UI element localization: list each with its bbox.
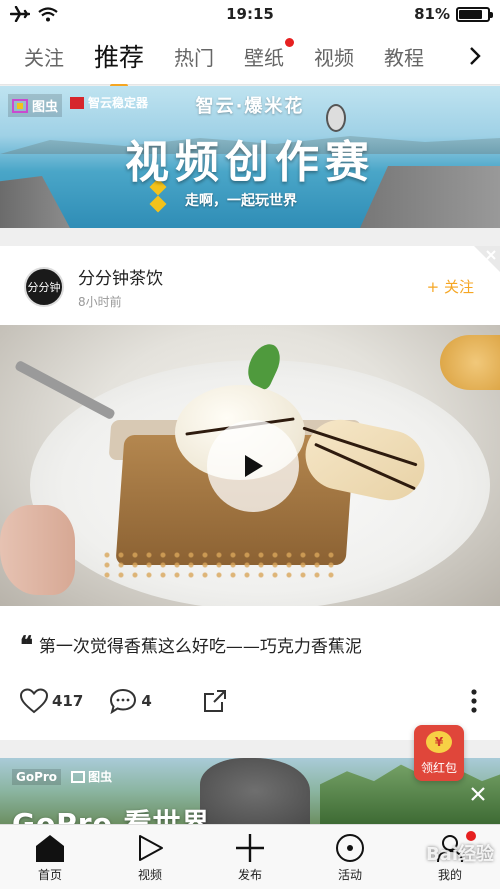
tab-tutorial[interactable]: 教程	[384, 42, 424, 71]
comment-icon	[110, 688, 137, 714]
author-avatar[interactable]: 分分钟	[24, 267, 64, 307]
video-thumbnail[interactable]	[0, 325, 500, 606]
red-packet-button[interactable]: ¥ 领红包	[414, 725, 464, 781]
status-bar: 19:15 81%	[0, 0, 500, 28]
profile-badge-dot	[466, 831, 476, 841]
red-packet-label: 领红包	[420, 761, 457, 775]
photo-crumbs	[100, 550, 340, 580]
close-icon[interactable]	[468, 784, 488, 804]
banner-sign-2	[149, 195, 167, 213]
banner-title: 视频创作赛	[125, 137, 375, 188]
dismiss-post-icon[interactable]	[474, 246, 500, 272]
photo-elephant	[200, 758, 310, 824]
chevron-right-icon	[470, 47, 481, 65]
play-button[interactable]	[207, 420, 299, 512]
follow-button[interactable]: + 关注	[427, 276, 474, 297]
play-outline-icon	[139, 835, 163, 861]
like-count: 417	[52, 692, 84, 710]
like-button[interactable]: 417	[20, 688, 83, 714]
status-right: 81%	[414, 5, 493, 23]
status-left	[10, 6, 58, 22]
tab-video[interactable]: 视频	[314, 42, 354, 71]
banner-tagline: 走啊，一起玩世界	[185, 193, 297, 209]
battery-icon	[456, 6, 493, 22]
more-options-icon[interactable]	[470, 688, 478, 714]
battery-percent: 81%	[414, 5, 450, 23]
photo-fork	[14, 359, 116, 421]
plus-icon	[236, 834, 264, 862]
bottom-nav: 首页 视频 发布 活动 我的	[0, 824, 500, 889]
author-name[interactable]: 分分钟茶饮	[78, 264, 163, 289]
author-info: 分分钟茶饮 8小时前	[78, 264, 163, 310]
tab-wallpaper[interactable]: 壁纸	[244, 37, 295, 71]
battery-fill	[459, 9, 482, 19]
tab-follow[interactable]: 关注	[24, 42, 64, 71]
play-icon	[245, 455, 263, 477]
share-icon	[203, 690, 226, 712]
activity-icon	[336, 834, 364, 862]
share-button[interactable]	[202, 688, 228, 714]
post-card: 分分钟 分分钟茶饮 8小时前 + 关注 ❝ 第一次觉得香蕉这么好吃——巧克力香蕉…	[0, 246, 500, 740]
nav-home[interactable]: 首页	[0, 825, 100, 889]
tabs-more-button[interactable]	[450, 28, 500, 84]
post-actions: 417 4	[20, 686, 480, 716]
post-title[interactable]: ❝ 第一次觉得香蕉这么好吃——巧克力香蕉泥	[20, 632, 362, 657]
post-time: 8小时前	[78, 295, 122, 309]
nav-activity[interactable]: 活动	[300, 825, 400, 889]
tuchong-logo-2: 图虫	[71, 768, 112, 785]
photo-hand	[0, 505, 75, 595]
event-banner[interactable]: 图虫 智云稳定器 智云·爆米花 视频创作赛 走啊，一起玩世界	[0, 86, 500, 228]
quote-icon: ❝	[20, 629, 33, 659]
heart-icon	[20, 688, 48, 714]
post2-logos: GoPro 图虫	[12, 768, 112, 785]
home-icon	[36, 835, 64, 862]
wifi-icon	[38, 6, 58, 21]
tab-hot[interactable]: 热门	[174, 42, 214, 71]
post-header: 分分钟 分分钟茶饮 8小时前	[24, 264, 163, 310]
tab-recommend[interactable]: 推荐	[94, 38, 144, 88]
comment-count: 4	[141, 692, 152, 710]
banner-subtitle: 智云·爆米花	[195, 96, 305, 117]
nav-profile[interactable]: 我的	[400, 825, 500, 889]
nav-video[interactable]: 视频	[100, 825, 200, 889]
coin-icon: ¥	[426, 731, 452, 753]
gopro-logo: GoPro	[12, 768, 62, 785]
tuchong-logo-icon-2	[71, 770, 86, 783]
airplane-icon	[10, 6, 30, 22]
tab-badge-dot	[285, 37, 295, 47]
photo-pancake	[440, 335, 500, 390]
post2-title: GoPro 看世界	[12, 807, 211, 824]
nav-publish[interactable]: 发布	[200, 825, 300, 889]
comment-button[interactable]: 4	[109, 688, 152, 714]
category-tabs: 关注 推荐 热门 壁纸 视频 教程 i	[0, 28, 500, 88]
user-icon	[437, 835, 463, 863]
